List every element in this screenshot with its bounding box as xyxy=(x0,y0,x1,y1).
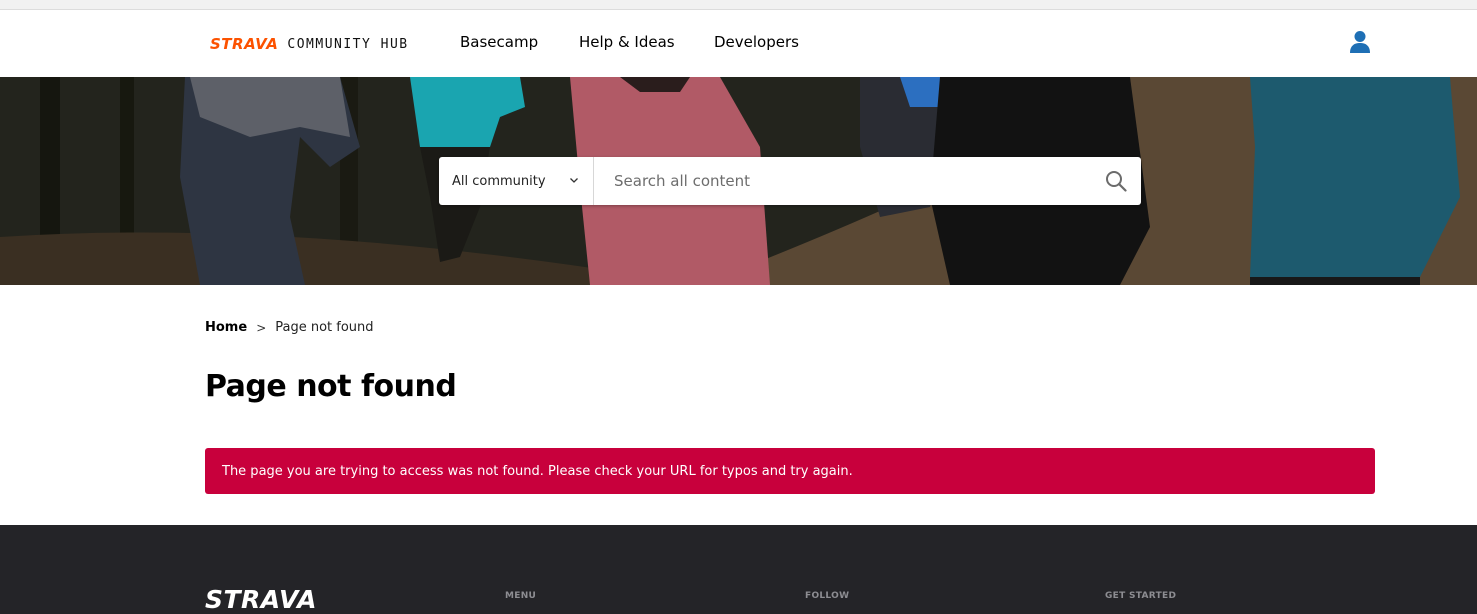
footer: STRAVA MENU FOLLOW GET STARTED xyxy=(0,525,1477,614)
page-title: Page not found xyxy=(205,369,457,404)
nav-developers[interactable]: Developers xyxy=(714,33,799,51)
error-alert-message: The page you are trying to access was no… xyxy=(222,463,853,479)
breadcrumb: Home > Page not found xyxy=(205,320,374,335)
search-input[interactable] xyxy=(594,157,1091,205)
breadcrumb-home[interactable]: Home xyxy=(205,320,247,335)
footer-heading-get-started: GET STARTED xyxy=(1105,591,1177,601)
breadcrumb-current: Page not found xyxy=(275,320,374,335)
search-icon xyxy=(1106,171,1127,192)
strava-community-hub-logo[interactable]: STRAVA COMMUNITY HUB xyxy=(210,35,409,53)
hero-banner: All community xyxy=(0,77,1477,285)
footer-heading-menu: MENU xyxy=(505,591,537,601)
community-hub-text: COMMUNITY HUB xyxy=(287,36,409,52)
user-icon[interactable] xyxy=(1349,30,1371,54)
top-navigation: STRAVA COMMUNITY HUB Basecamp Help & Ide… xyxy=(0,10,1477,77)
error-alert: The page you are trying to access was no… xyxy=(205,448,1375,494)
search-button[interactable] xyxy=(1091,157,1141,205)
search-bar: All community xyxy=(439,157,1141,205)
nav-help-ideas[interactable]: Help & Ideas xyxy=(579,33,675,51)
chevron-right-icon: > xyxy=(256,320,267,335)
footer-strava-logo[interactable]: STRAVA xyxy=(205,585,317,614)
search-scope-dropdown[interactable]: All community xyxy=(439,157,594,205)
strava-logo-text: STRAVA xyxy=(210,35,279,53)
nav-basecamp[interactable]: Basecamp xyxy=(460,33,538,51)
chevron-down-icon xyxy=(570,178,578,183)
browser-chrome-strip xyxy=(0,0,1477,10)
footer-heading-follow: FOLLOW xyxy=(805,591,850,601)
search-scope-label: All community xyxy=(452,173,546,189)
